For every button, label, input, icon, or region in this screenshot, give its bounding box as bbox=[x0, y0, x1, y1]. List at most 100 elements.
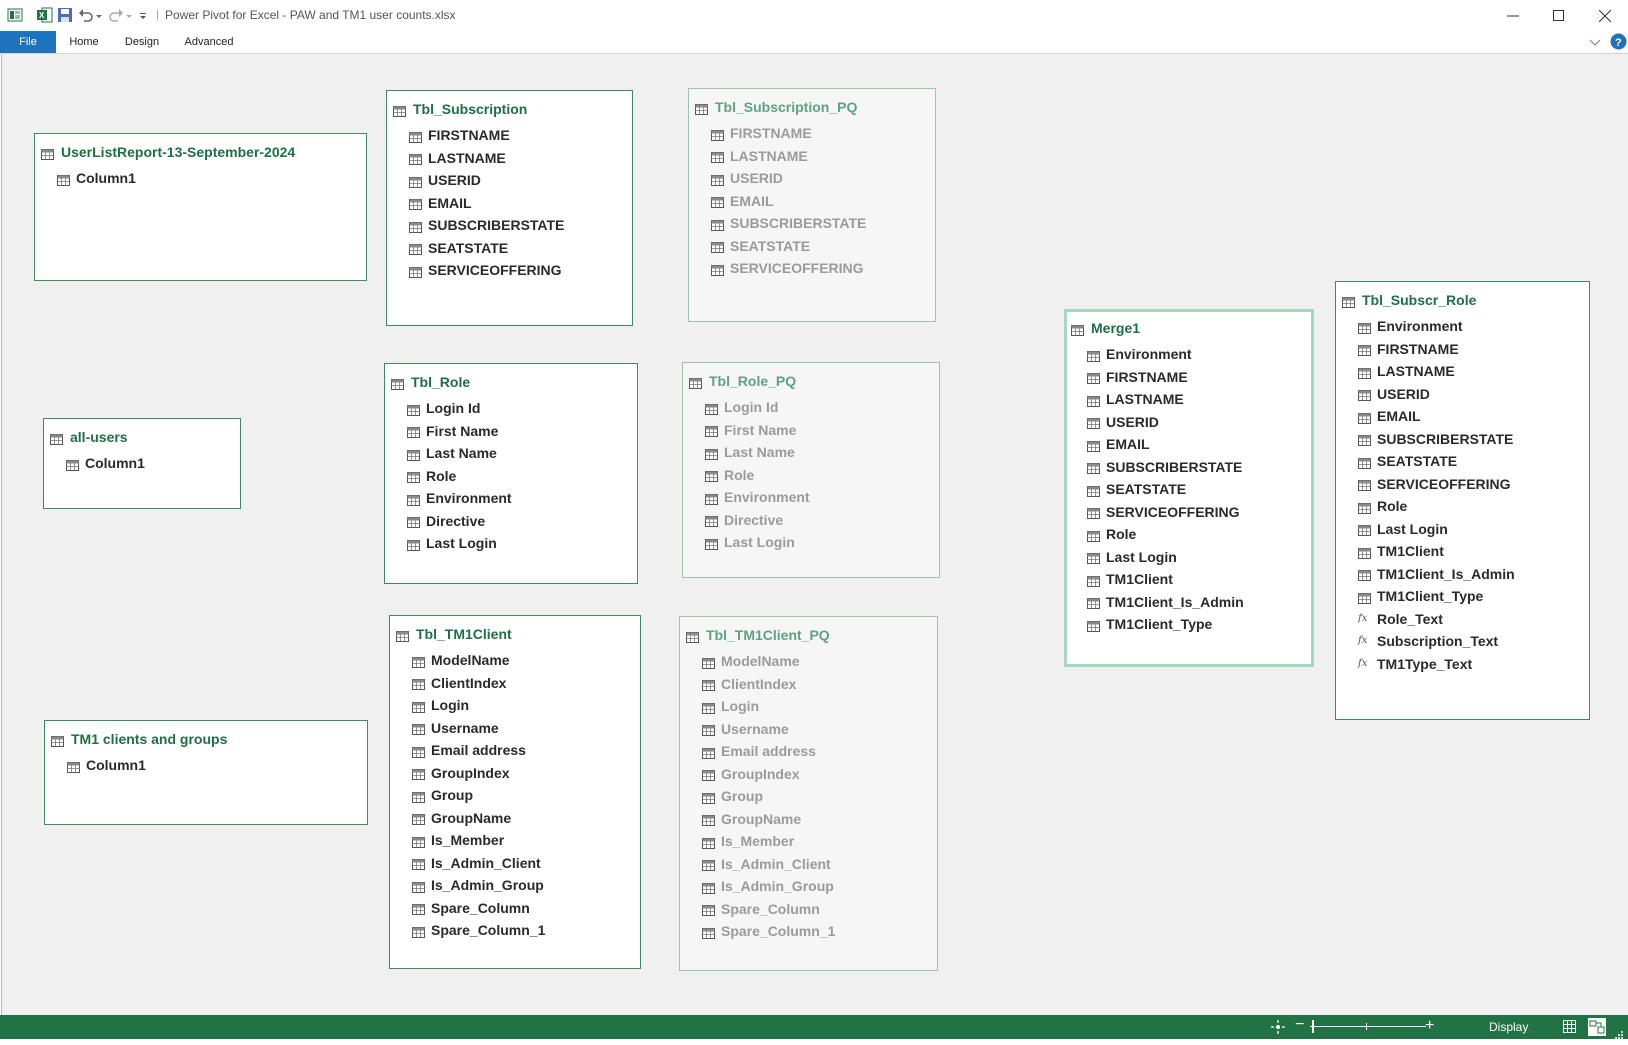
column-item[interactable]: FIRSTNAME bbox=[409, 124, 564, 147]
column-item[interactable]: SERVICEOFFERING bbox=[1087, 501, 1244, 524]
column-item[interactable]: FIRSTNAME bbox=[711, 122, 866, 145]
column-item[interactable]: Login Id bbox=[407, 397, 512, 420]
zoom-slider-thumb[interactable] bbox=[1312, 1020, 1314, 1033]
table-card[interactable]: TM1 clients and groups Column1 bbox=[44, 720, 368, 825]
column-item[interactable]: fx TM1Type_Text bbox=[1358, 653, 1515, 676]
column-item[interactable]: Is_Admin_Group bbox=[412, 874, 545, 897]
column-item[interactable]: EMAIL bbox=[409, 192, 564, 215]
column-item[interactable]: EMAIL bbox=[1358, 405, 1515, 428]
tab-advanced[interactable]: Advanced bbox=[178, 31, 240, 53]
column-item[interactable]: FIRSTNAME bbox=[1358, 338, 1515, 361]
column-item[interactable]: Username bbox=[412, 717, 545, 740]
table-card[interactable]: Tbl_Role Login Id First Name Last Name Role… bbox=[384, 363, 638, 584]
column-item[interactable]: Environment bbox=[1358, 315, 1515, 338]
column-item[interactable]: SERVICEOFFERING bbox=[1358, 473, 1515, 496]
table-header[interactable]: Tbl_Subscription bbox=[393, 100, 527, 118]
table-header[interactable]: Merge1 bbox=[1071, 319, 1140, 337]
table-card[interactable]: all-users Column1 bbox=[43, 418, 241, 509]
column-item[interactable]: Spare_Column bbox=[412, 897, 545, 920]
table-header[interactable]: Tbl_Subscr_Role bbox=[1342, 291, 1476, 309]
zoom-slider[interactable] bbox=[1310, 1020, 1426, 1033]
column-item[interactable]: SEATSTATE bbox=[1087, 478, 1244, 501]
table-card[interactable]: Tbl_Role_PQ Login Id First Name Last Name R… bbox=[682, 362, 940, 578]
column-item[interactable]: EMAIL bbox=[711, 190, 866, 213]
maximize-button[interactable] bbox=[1536, 0, 1582, 31]
column-item[interactable]: GroupName bbox=[702, 808, 835, 831]
column-item[interactable]: Column1 bbox=[67, 754, 146, 777]
column-item[interactable]: ClientIndex bbox=[702, 673, 835, 696]
column-item[interactable]: Is_Member bbox=[702, 830, 835, 853]
column-item[interactable]: ClientIndex bbox=[412, 672, 545, 695]
column-item[interactable]: Is_Admin_Group bbox=[702, 875, 835, 898]
column-item[interactable]: SUBSCRIBERSTATE bbox=[711, 212, 866, 235]
zoom-out-button[interactable]: − bbox=[1295, 1016, 1304, 1034]
column-item[interactable]: Last Name bbox=[705, 441, 810, 464]
diagram-view-icon[interactable] bbox=[1588, 1018, 1606, 1036]
undo-dropdown-icon[interactable] bbox=[95, 7, 103, 23]
table-header[interactable]: Tbl_TM1Client bbox=[396, 625, 512, 643]
column-item[interactable]: Login bbox=[412, 694, 545, 717]
column-item[interactable]: TM1Client_Type bbox=[1087, 613, 1244, 636]
table-card[interactable]: Tbl_Subscription FIRSTNAME LASTNAME USERID… bbox=[386, 90, 633, 326]
table-card[interactable]: Tbl_Subscription_PQ FIRSTNAME LASTNAME USE… bbox=[688, 88, 936, 322]
column-item[interactable]: Spare_Column_1 bbox=[412, 919, 545, 942]
table-header[interactable]: TM1 clients and groups bbox=[51, 730, 227, 748]
column-item[interactable]: Group bbox=[412, 784, 545, 807]
minimize-button[interactable] bbox=[1490, 0, 1536, 31]
table-header[interactable]: Tbl_TM1Client_PQ bbox=[686, 626, 830, 644]
column-item[interactable]: Column1 bbox=[66, 452, 145, 475]
column-item[interactable]: TM1Client bbox=[1358, 540, 1515, 563]
table-header[interactable]: UserListReport-13-September-2024 bbox=[41, 143, 295, 161]
column-item[interactable]: Username bbox=[702, 718, 835, 741]
column-item[interactable]: FIRSTNAME bbox=[1087, 366, 1244, 389]
column-item[interactable]: SERVICEOFFERING bbox=[409, 259, 564, 282]
column-item[interactable]: TM1Client_Type bbox=[1358, 585, 1515, 608]
column-item[interactable]: fx Subscription_Text bbox=[1358, 630, 1515, 653]
column-item[interactable]: Last Name bbox=[407, 442, 512, 465]
help-icon[interactable]: ? bbox=[1610, 33, 1627, 55]
table-card[interactable]: Tbl_TM1Client ModelName ClientIndex Login U… bbox=[389, 615, 641, 969]
column-item[interactable]: LASTNAME bbox=[1087, 388, 1244, 411]
column-item[interactable]: USERID bbox=[1087, 411, 1244, 434]
redo-icon[interactable] bbox=[108, 7, 124, 23]
column-item[interactable]: Is_Member bbox=[412, 829, 545, 852]
column-item[interactable]: SUBSCRIBERSTATE bbox=[1087, 456, 1244, 479]
close-button[interactable] bbox=[1582, 0, 1628, 31]
tab-design[interactable]: Design bbox=[118, 31, 166, 53]
table-card[interactable]: Merge1 Environment FIRSTNAME LASTNAME USERI… bbox=[1064, 309, 1314, 667]
undo-icon[interactable] bbox=[78, 7, 94, 23]
fit-to-screen-icon[interactable] bbox=[1271, 1020, 1285, 1039]
column-item[interactable]: LASTNAME bbox=[711, 145, 866, 168]
column-item[interactable]: First Name bbox=[407, 420, 512, 443]
tab-file[interactable]: File bbox=[0, 31, 56, 53]
column-item[interactable]: Last Login bbox=[1358, 518, 1515, 541]
column-item[interactable]: Role bbox=[407, 465, 512, 488]
column-item[interactable]: Email address bbox=[702, 740, 835, 763]
resize-grip-icon[interactable] bbox=[1614, 1027, 1624, 1045]
power-pivot-icon[interactable] bbox=[7, 7, 23, 23]
column-item[interactable]: SEATSTATE bbox=[409, 237, 564, 260]
column-item[interactable]: Last Login bbox=[407, 532, 512, 555]
excel-icon[interactable]: X bbox=[37, 7, 53, 23]
table-card[interactable]: Tbl_TM1Client_PQ ModelName ClientIndex Log… bbox=[679, 616, 938, 971]
column-item[interactable]: First Name bbox=[705, 419, 810, 442]
column-item[interactable]: USERID bbox=[409, 169, 564, 192]
column-item[interactable]: TM1Client bbox=[1087, 568, 1244, 591]
column-item[interactable]: Directive bbox=[407, 510, 512, 533]
column-item[interactable]: EMAIL bbox=[1087, 433, 1244, 456]
save-icon[interactable] bbox=[57, 7, 73, 23]
column-item[interactable]: GroupIndex bbox=[702, 763, 835, 786]
column-item[interactable]: Environment bbox=[407, 487, 512, 510]
column-item[interactable]: Spare_Column_1 bbox=[702, 920, 835, 943]
column-item[interactable]: SEATSTATE bbox=[711, 235, 866, 258]
column-item[interactable]: Group bbox=[702, 785, 835, 808]
table-card[interactable]: Tbl_Subscr_Role Environment FIRSTNAME LAST… bbox=[1335, 281, 1590, 720]
column-item[interactable]: USERID bbox=[711, 167, 866, 190]
column-item[interactable]: ModelName bbox=[702, 650, 835, 673]
column-item[interactable]: Role bbox=[1358, 495, 1515, 518]
column-item[interactable]: Environment bbox=[705, 486, 810, 509]
tab-home[interactable]: Home bbox=[62, 31, 106, 53]
column-item[interactable]: SUBSCRIBERSTATE bbox=[1358, 428, 1515, 451]
column-item[interactable]: fx Role_Text bbox=[1358, 608, 1515, 631]
column-item[interactable]: SEATSTATE bbox=[1358, 450, 1515, 473]
